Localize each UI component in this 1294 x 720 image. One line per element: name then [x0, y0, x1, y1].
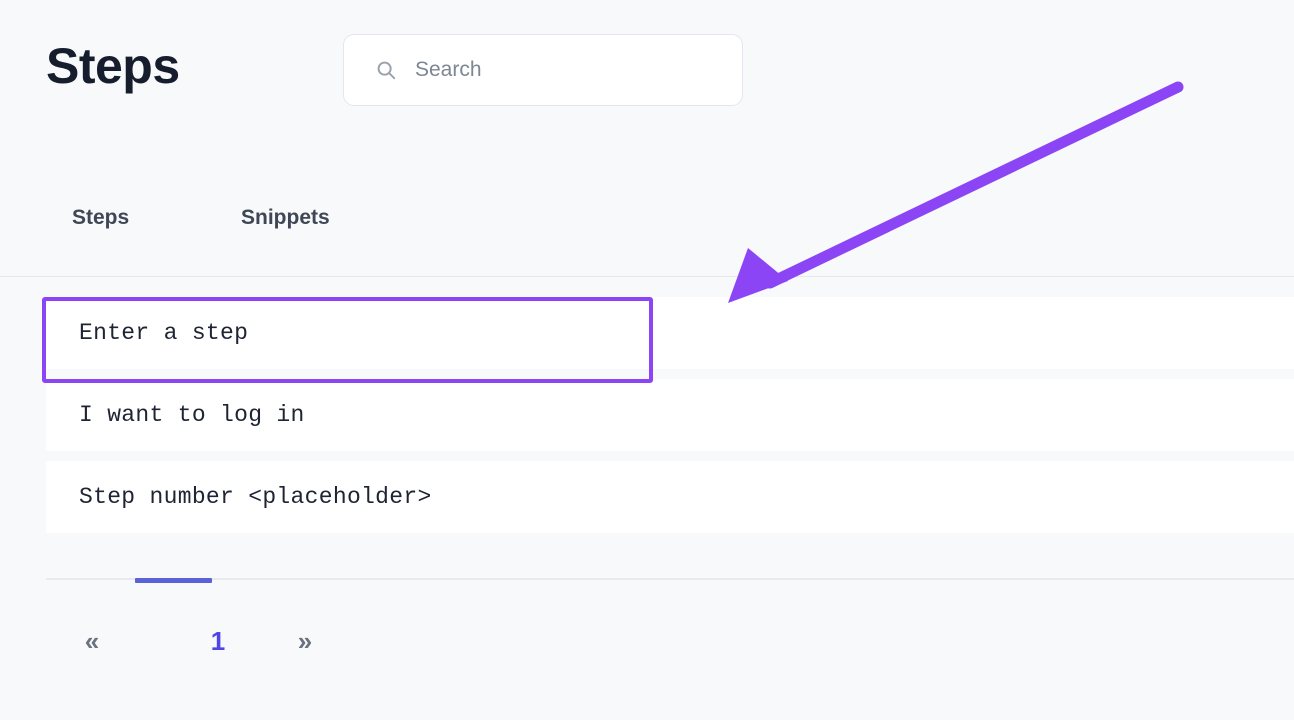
pagination-divider: [46, 578, 1294, 580]
table-row[interactable]: Enter a step: [46, 297, 1294, 369]
row-separator: [0, 451, 1294, 461]
row-separator: [0, 369, 1294, 379]
tab-bar: Steps Snippets: [0, 190, 1294, 277]
step-text: Step number <placeholder>: [79, 484, 432, 510]
search-input[interactable]: [415, 35, 735, 105]
table-row[interactable]: I want to log in: [46, 379, 1294, 451]
pagination: « 1 »: [46, 612, 446, 672]
page-title: Steps: [46, 38, 180, 94]
search-box[interactable]: [343, 34, 743, 106]
pagination-next-button[interactable]: »: [279, 612, 331, 670]
steps-list: Enter a step I want to log in Step numbe…: [0, 297, 1294, 533]
tab-bar-divider: [0, 276, 1294, 277]
table-row[interactable]: Step number <placeholder>: [46, 461, 1294, 533]
page-header: Steps: [0, 0, 1294, 140]
step-text: Enter a step: [79, 320, 249, 346]
tab-snippets[interactable]: Snippets: [239, 202, 332, 234]
tab-steps[interactable]: Steps: [70, 202, 131, 234]
pagination-active-indicator: [135, 578, 212, 583]
step-text: I want to log in: [79, 402, 305, 428]
pagination-page-1[interactable]: 1: [192, 612, 244, 670]
search-icon: [375, 59, 397, 81]
pagination-prev-button[interactable]: «: [66, 612, 118, 670]
